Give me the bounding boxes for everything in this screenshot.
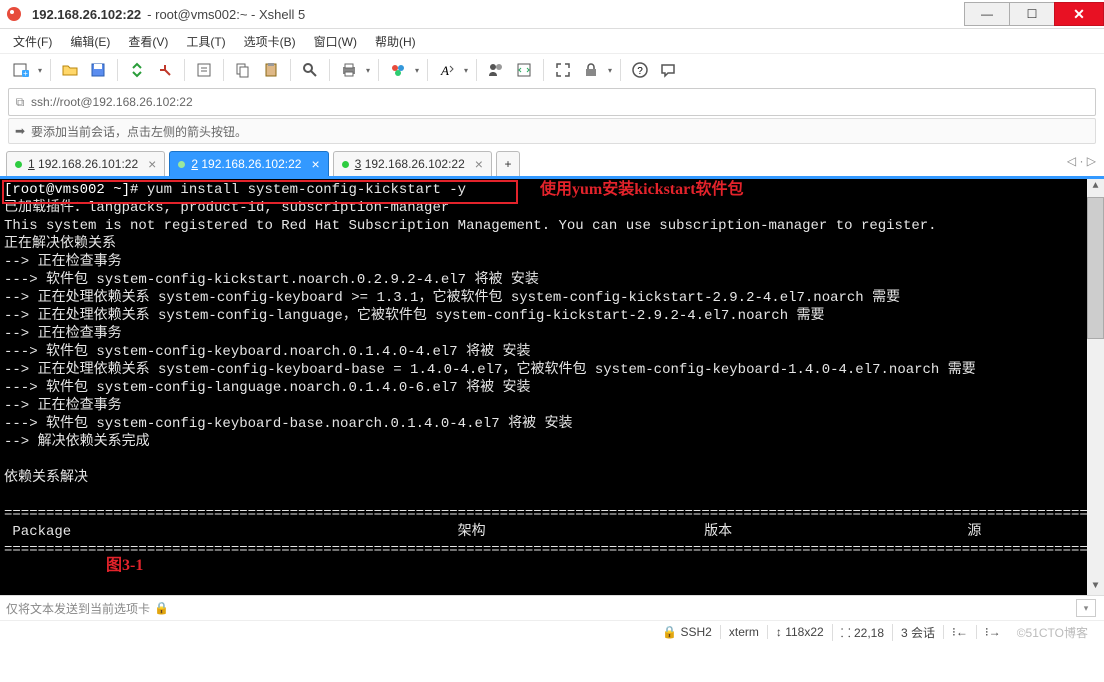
- tab-bar: 1 192.168.26.101:22 × 2 192.168.26.102:2…: [6, 150, 1098, 176]
- chat-icon[interactable]: [655, 57, 681, 83]
- hint-arrow-icon[interactable]: ➡: [9, 124, 31, 138]
- status-proto: 🔒 SSH2: [654, 625, 720, 639]
- script-icon[interactable]: [511, 57, 537, 83]
- print-dropdown-icon[interactable]: ▾: [364, 66, 372, 75]
- tab-close-icon[interactable]: ×: [475, 156, 483, 172]
- scroll-down-icon[interactable]: ▼: [1092, 579, 1098, 595]
- status-dot-icon: [342, 161, 349, 168]
- menu-bar: 文件(F) 编辑(E) 查看(V) 工具(T) 选项卡(B) 窗口(W) 帮助(…: [0, 29, 1104, 53]
- main-toolbar: + ▾ ▾ ▾ A ▾ ▾ ?: [0, 53, 1104, 86]
- address-bar[interactable]: ⧉ ssh://root@192.168.26.102:22: [8, 88, 1096, 116]
- menu-file[interactable]: 文件(F): [10, 31, 55, 52]
- title-bar: 192.168.26.102:22 - root@vms002:~ - Xshe…: [0, 0, 1104, 29]
- status-dot-icon: [15, 161, 22, 168]
- svg-text:?: ?: [637, 66, 643, 77]
- save-session-icon[interactable]: [85, 57, 111, 83]
- svg-text:+: +: [23, 69, 28, 78]
- session-tab-1[interactable]: 1 192.168.26.101:22 ×: [6, 151, 165, 176]
- window-title-host: 192.168.26.102:22: [32, 7, 141, 22]
- menu-window[interactable]: 窗口(W): [311, 31, 360, 52]
- minimize-button[interactable]: —: [964, 2, 1010, 26]
- status-size: ↕ 118x22: [767, 625, 832, 639]
- status-sessions: 3 会话: [892, 624, 943, 641]
- session-tab-3[interactable]: 3 192.168.26.102:22 ×: [333, 151, 492, 176]
- annotation-label-figure: 图3-1: [106, 557, 143, 575]
- close-button[interactable]: ✕: [1054, 2, 1104, 26]
- status-dot-icon: [178, 161, 185, 168]
- status-pos: ⸬ 22,18: [832, 624, 892, 641]
- disconnect-icon[interactable]: [152, 57, 178, 83]
- color-icon[interactable]: [385, 57, 411, 83]
- terminal-scrollbar[interactable]: ▲ ▼: [1087, 179, 1104, 595]
- hint-bar: ➡ 要添加当前会话，点击左侧的箭头按钮。: [8, 118, 1096, 144]
- color-dropdown-icon[interactable]: ▾: [413, 66, 421, 75]
- open-session-icon[interactable]: [57, 57, 83, 83]
- find-icon[interactable]: [297, 57, 323, 83]
- tab-close-icon[interactable]: ×: [148, 156, 156, 172]
- menu-tab[interactable]: 选项卡(B): [241, 31, 299, 52]
- tab-close-icon[interactable]: ×: [311, 156, 319, 172]
- send-dropdown-icon[interactable]: ▾: [1076, 599, 1096, 617]
- users-icon[interactable]: [483, 57, 509, 83]
- address-text[interactable]: ssh://root@192.168.26.102:22: [31, 95, 193, 109]
- svg-text:A: A: [440, 63, 449, 78]
- new-session-icon[interactable]: +: [8, 57, 34, 83]
- menu-edit[interactable]: 编辑(E): [67, 31, 113, 52]
- font-icon[interactable]: A: [434, 57, 460, 83]
- menu-view[interactable]: 查看(V): [125, 31, 171, 52]
- menu-help[interactable]: 帮助(H): [372, 31, 419, 52]
- print-icon[interactable]: [336, 57, 362, 83]
- status-caps-icon[interactable]: ⁝←: [943, 625, 976, 639]
- app-icon: [6, 6, 22, 22]
- status-bar: 🔒 SSH2 xterm ↕ 118x22 ⸬ 22,18 3 会话 ⁝← ⁝→…: [0, 620, 1104, 643]
- hint-text: 要添加当前会话，点击左侧的箭头按钮。: [31, 123, 247, 140]
- reconnect-icon[interactable]: [124, 57, 150, 83]
- annotation-label-cmd: 使用yum安装kickstart软件包: [540, 181, 744, 199]
- session-tab-2[interactable]: 2 192.168.26.102:22 ×: [169, 151, 328, 176]
- scroll-up-icon[interactable]: ▲: [1092, 179, 1098, 195]
- properties-icon[interactable]: [191, 57, 217, 83]
- window-title-sub: - root@vms002:~ - Xshell 5: [147, 7, 305, 22]
- help-icon[interactable]: ?: [627, 57, 653, 83]
- fullscreen-icon[interactable]: [550, 57, 576, 83]
- new-tab-button[interactable]: +: [496, 151, 520, 176]
- lock-dropdown-icon[interactable]: ▾: [606, 66, 614, 75]
- lock-icon[interactable]: [578, 57, 604, 83]
- status-term: xterm: [720, 625, 767, 639]
- new-dropdown-icon[interactable]: ▾: [36, 66, 44, 75]
- copy-icon[interactable]: [230, 57, 256, 83]
- terminal-pane[interactable]: [root@vms002 ~]# yum install system-conf…: [0, 179, 1104, 595]
- send-bar-text: 仅将文本发送到当前选项卡: [6, 600, 150, 617]
- font-dropdown-icon[interactable]: ▾: [462, 66, 470, 75]
- scroll-thumb[interactable]: [1087, 197, 1104, 339]
- status-num-icon[interactable]: ⁝→: [976, 625, 1009, 639]
- send-bar[interactable]: 仅将文本发送到当前选项卡 🔒 ▾: [0, 595, 1104, 620]
- session-indicator-icon: ⧉: [9, 91, 31, 113]
- maximize-button[interactable]: ☐: [1009, 2, 1055, 26]
- watermark-text: ©51CTO博客: [1009, 624, 1096, 641]
- menu-tools[interactable]: 工具(T): [183, 31, 228, 52]
- tab-nav-arrows[interactable]: ◁ · ▷: [1067, 154, 1096, 168]
- send-lock-icon[interactable]: 🔒: [154, 601, 169, 615]
- paste-icon[interactable]: [258, 57, 284, 83]
